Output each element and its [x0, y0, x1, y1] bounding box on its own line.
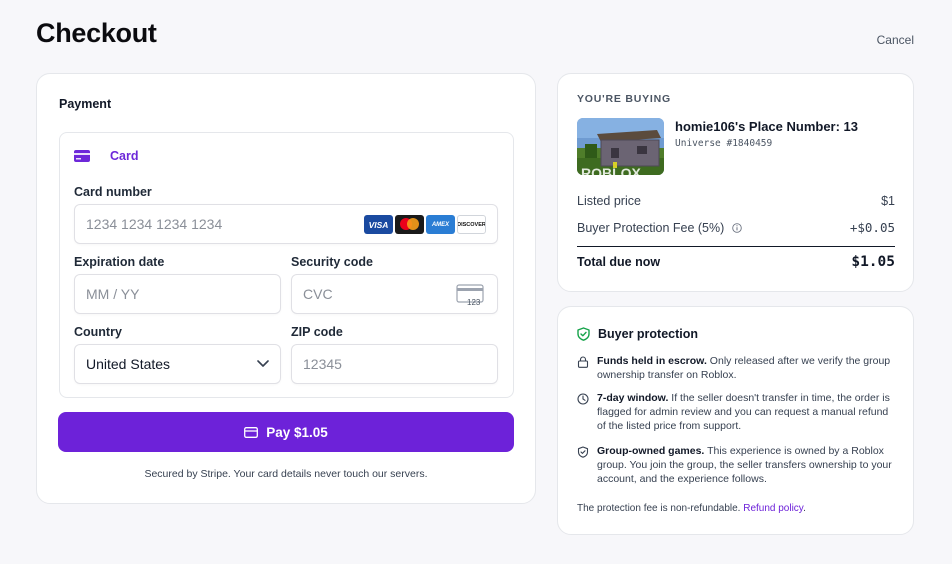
pay-button-label: Pay $1.05: [266, 424, 328, 440]
summary-eyebrow: YOU'RE BUYING: [577, 93, 671, 105]
listed-price-row: Listed price $1: [577, 194, 895, 208]
product-thumbnail: ROBLOX: [577, 118, 664, 175]
pay-button[interactable]: Pay $1.05: [58, 412, 514, 452]
expiration-input[interactable]: [86, 275, 230, 313]
country-select[interactable]: United States: [74, 344, 281, 384]
shield-icon: [577, 446, 589, 458]
order-summary-panel: YOU'RE BUYING ROBLOX homie106's Place Nu…: [557, 73, 914, 292]
security-code-input[interactable]: [303, 275, 426, 313]
fee-note: The protection fee is non-refundable. Re…: [577, 503, 806, 514]
refund-policy-link[interactable]: Refund policy: [743, 503, 803, 514]
card-number-label: Card number: [74, 185, 152, 199]
listed-price-label: Listed price: [577, 194, 641, 208]
zip-label: ZIP code: [291, 325, 343, 339]
window-title: 7-day window.: [597, 392, 669, 404]
escrow-title: Funds held in escrow.: [597, 355, 707, 367]
expiration-field[interactable]: [74, 274, 281, 314]
payment-element: Card Card number VISA AMEX DISCOVER Expi…: [59, 132, 514, 398]
chevron-down-icon: [257, 360, 269, 367]
card-number-input[interactable]: [86, 205, 382, 243]
lock-icon: [577, 356, 589, 368]
listed-price-value: $1: [881, 194, 895, 208]
secure-note: Secured by Stripe. Your card details nev…: [144, 468, 428, 480]
total-value: $1.05: [851, 254, 895, 270]
fee-note-text: The protection fee is non-refundable.: [577, 503, 741, 514]
expiration-label: Expiration date: [74, 255, 165, 269]
country-label: Country: [74, 325, 122, 339]
svg-text:123: 123: [467, 298, 481, 306]
card-number-field[interactable]: VISA AMEX DISCOVER: [74, 204, 498, 244]
fee-note-end: .: [803, 503, 806, 514]
amex-logo-icon: AMEX: [426, 215, 455, 234]
security-code-label: Security code: [291, 255, 373, 269]
protection-fee-row: Buyer Protection Fee (5%) +$0.05: [577, 220, 895, 235]
visa-logo-icon: VISA: [364, 215, 393, 234]
country-value: United States: [86, 356, 171, 372]
protection-fee-label: Buyer Protection Fee (5%): [577, 220, 725, 235]
protection-heading-text: Buyer protection: [598, 327, 699, 341]
protection-item-window: 7-day window. If the seller doesn't tran…: [577, 391, 897, 433]
group-title: Group-owned games.: [597, 445, 705, 457]
summary-divider: [577, 246, 895, 247]
security-code-field[interactable]: 123: [291, 274, 498, 314]
card-tab[interactable]: Card: [74, 149, 138, 163]
zip-field[interactable]: [291, 344, 498, 384]
payment-heading: Payment: [59, 97, 112, 111]
cancel-link[interactable]: Cancel: [877, 33, 914, 47]
zip-input[interactable]: [303, 345, 447, 383]
card-brands: VISA AMEX DISCOVER: [364, 215, 486, 234]
product-name: homie106's Place Number: 13: [675, 119, 859, 134]
protection-heading: Buyer protection: [577, 327, 698, 341]
svg-text:ROBLOX: ROBLOX: [581, 165, 642, 175]
total-row: Total due now $1.05: [577, 254, 895, 270]
protection-item-escrow: Funds held in escrow. Only released afte…: [577, 354, 897, 382]
page-title: Checkout: [36, 18, 157, 48]
credit-card-icon: [74, 150, 90, 162]
cvc-card-icon: 123: [456, 284, 484, 306]
credit-card-icon: [244, 426, 259, 438]
buyer-protection-panel: Buyer protection Funds held in escrow. O…: [557, 306, 914, 535]
protection-fee-value: +$0.05: [849, 220, 895, 235]
total-label: Total due now: [577, 255, 661, 269]
protection-item-group: Group-owned games. This experience is ow…: [577, 444, 897, 486]
clock-icon: [577, 393, 589, 405]
info-icon[interactable]: [732, 222, 742, 233]
universe-id: Universe #1840459: [675, 138, 773, 149]
shield-check-icon: [577, 327, 590, 341]
discover-logo-icon: DISCOVER: [457, 215, 486, 234]
mastercard-logo-icon: [395, 215, 424, 234]
payment-panel: Payment Card Card number VISA AMEX DISCO…: [36, 73, 536, 504]
card-tab-label: Card: [110, 149, 139, 163]
